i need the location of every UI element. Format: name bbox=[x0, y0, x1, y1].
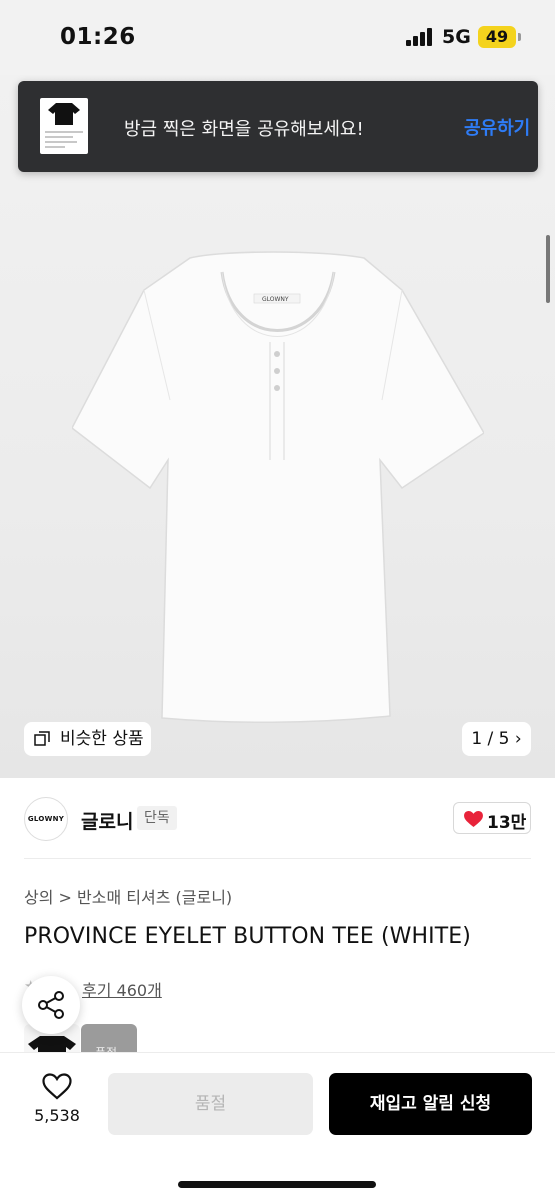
bottom-action-bar: 5,538 품절 재입고 알림 신청 bbox=[0, 1052, 555, 1200]
product-image-gallery[interactable]: GLOWNY bbox=[0, 75, 555, 778]
wishlist-count: 5,538 bbox=[34, 1106, 80, 1125]
category-breadcrumb[interactable]: 상의 > 반소매 티셔츠 (글로니) bbox=[24, 884, 232, 908]
network-type: 5G bbox=[442, 26, 471, 48]
restock-alert-button[interactable]: 재입고 알림 신청 bbox=[329, 1073, 532, 1135]
share-now-button[interactable]: 공유하기 bbox=[464, 114, 530, 140]
wishlist-button[interactable]: 5,538 bbox=[27, 1073, 87, 1125]
status-time: 01:26 bbox=[60, 24, 136, 50]
similar-products-label: 비슷한 상품 bbox=[60, 729, 144, 749]
copy-icon bbox=[34, 731, 50, 746]
toast-message: 방금 찍은 화면을 공유해보세요! bbox=[124, 119, 364, 140]
brand-like-count: 13만 bbox=[487, 813, 527, 833]
share-button[interactable] bbox=[22, 976, 80, 1034]
brand-logo[interactable]: GLOWNY bbox=[24, 797, 68, 841]
tee-thumbnail-icon bbox=[48, 103, 80, 125]
heart-filled-icon bbox=[464, 811, 483, 828]
soldout-button: 품절 bbox=[108, 1073, 313, 1135]
share-icon bbox=[38, 991, 64, 1019]
brand-name[interactable]: 글로니 bbox=[81, 807, 133, 834]
garment-label: GLOWNY bbox=[262, 296, 289, 303]
home-indicator bbox=[178, 1181, 376, 1188]
product-title: PROVINCE EYELET BUTTON TEE (WHITE) bbox=[24, 924, 471, 949]
divider bbox=[24, 858, 531, 859]
brand-like-button[interactable]: 13만 bbox=[453, 802, 531, 834]
similar-products-button[interactable]: 비슷한 상품 bbox=[24, 722, 151, 756]
scroll-indicator bbox=[546, 235, 550, 303]
battery-tip bbox=[518, 33, 521, 41]
status-bar: 01:26 5G 49 bbox=[0, 0, 555, 75]
heart-outline-icon bbox=[42, 1073, 72, 1100]
product-image: GLOWNY bbox=[72, 251, 484, 724]
exclusive-badge: 단독 bbox=[137, 806, 177, 830]
cellular-signal-icon bbox=[406, 28, 434, 46]
screenshot-thumbnail[interactable] bbox=[40, 98, 88, 154]
share-toast: 방금 찍은 화면을 공유해보세요! 공유하기 bbox=[18, 81, 538, 172]
image-pager-button[interactable]: 1 / 5 › bbox=[462, 722, 531, 756]
thumbnail-text-lines bbox=[45, 131, 83, 151]
battery-icon: 49 bbox=[478, 26, 516, 48]
reviews-link[interactable]: 후기 460개 bbox=[82, 977, 162, 1001]
